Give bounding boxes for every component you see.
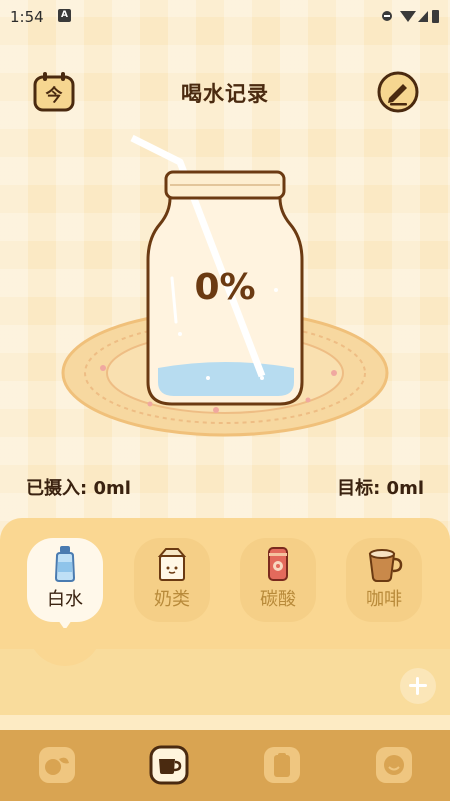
wifi-icon bbox=[400, 11, 416, 22]
clipboard-icon bbox=[264, 747, 300, 783]
bottom-nav bbox=[0, 730, 450, 801]
add-drink-button[interactable] bbox=[400, 668, 436, 704]
panel-divider bbox=[0, 715, 450, 730]
intake-amount: 已摄入: 0ml bbox=[26, 478, 131, 499]
drink-tab-water[interactable]: 白水 bbox=[27, 538, 103, 622]
drink-label: 奶类 bbox=[154, 589, 190, 610]
water-fill bbox=[158, 362, 294, 396]
nav-profile[interactable] bbox=[374, 745, 414, 785]
nav-fruit[interactable] bbox=[37, 745, 77, 785]
status-bar: 1:54 A bbox=[0, 0, 450, 34]
signal-icon bbox=[418, 11, 428, 22]
drink-label: 白水 bbox=[47, 589, 83, 610]
notification-icon: A bbox=[58, 9, 71, 22]
cup-icon bbox=[149, 745, 189, 785]
water-bottle-icon bbox=[54, 546, 76, 582]
target-amount: 目标: 0ml bbox=[337, 478, 424, 499]
battery-icon bbox=[432, 10, 439, 23]
edit-button[interactable] bbox=[376, 70, 420, 114]
edit-icon bbox=[377, 71, 419, 113]
progress-percent: 0% bbox=[194, 267, 256, 308]
drink-label: 碳酸 bbox=[260, 589, 296, 610]
fruit-icon bbox=[39, 747, 75, 783]
soda-can-icon bbox=[268, 547, 288, 581]
milk-carton-icon bbox=[157, 548, 187, 581]
nav-cup[interactable] bbox=[149, 745, 189, 785]
nav-clipboard[interactable] bbox=[262, 745, 302, 785]
drink-tab-milk[interactable]: 奶类 bbox=[134, 538, 210, 622]
coffee-cup-icon bbox=[368, 549, 403, 582]
status-time: 1:54 bbox=[10, 8, 44, 26]
drink-label: 咖啡 bbox=[366, 589, 402, 610]
drink-tab-soda[interactable]: 碳酸 bbox=[240, 538, 316, 622]
status-icons bbox=[382, 10, 439, 23]
smiley-icon bbox=[376, 747, 412, 783]
drink-tab-coffee[interactable]: 咖啡 bbox=[346, 538, 422, 622]
